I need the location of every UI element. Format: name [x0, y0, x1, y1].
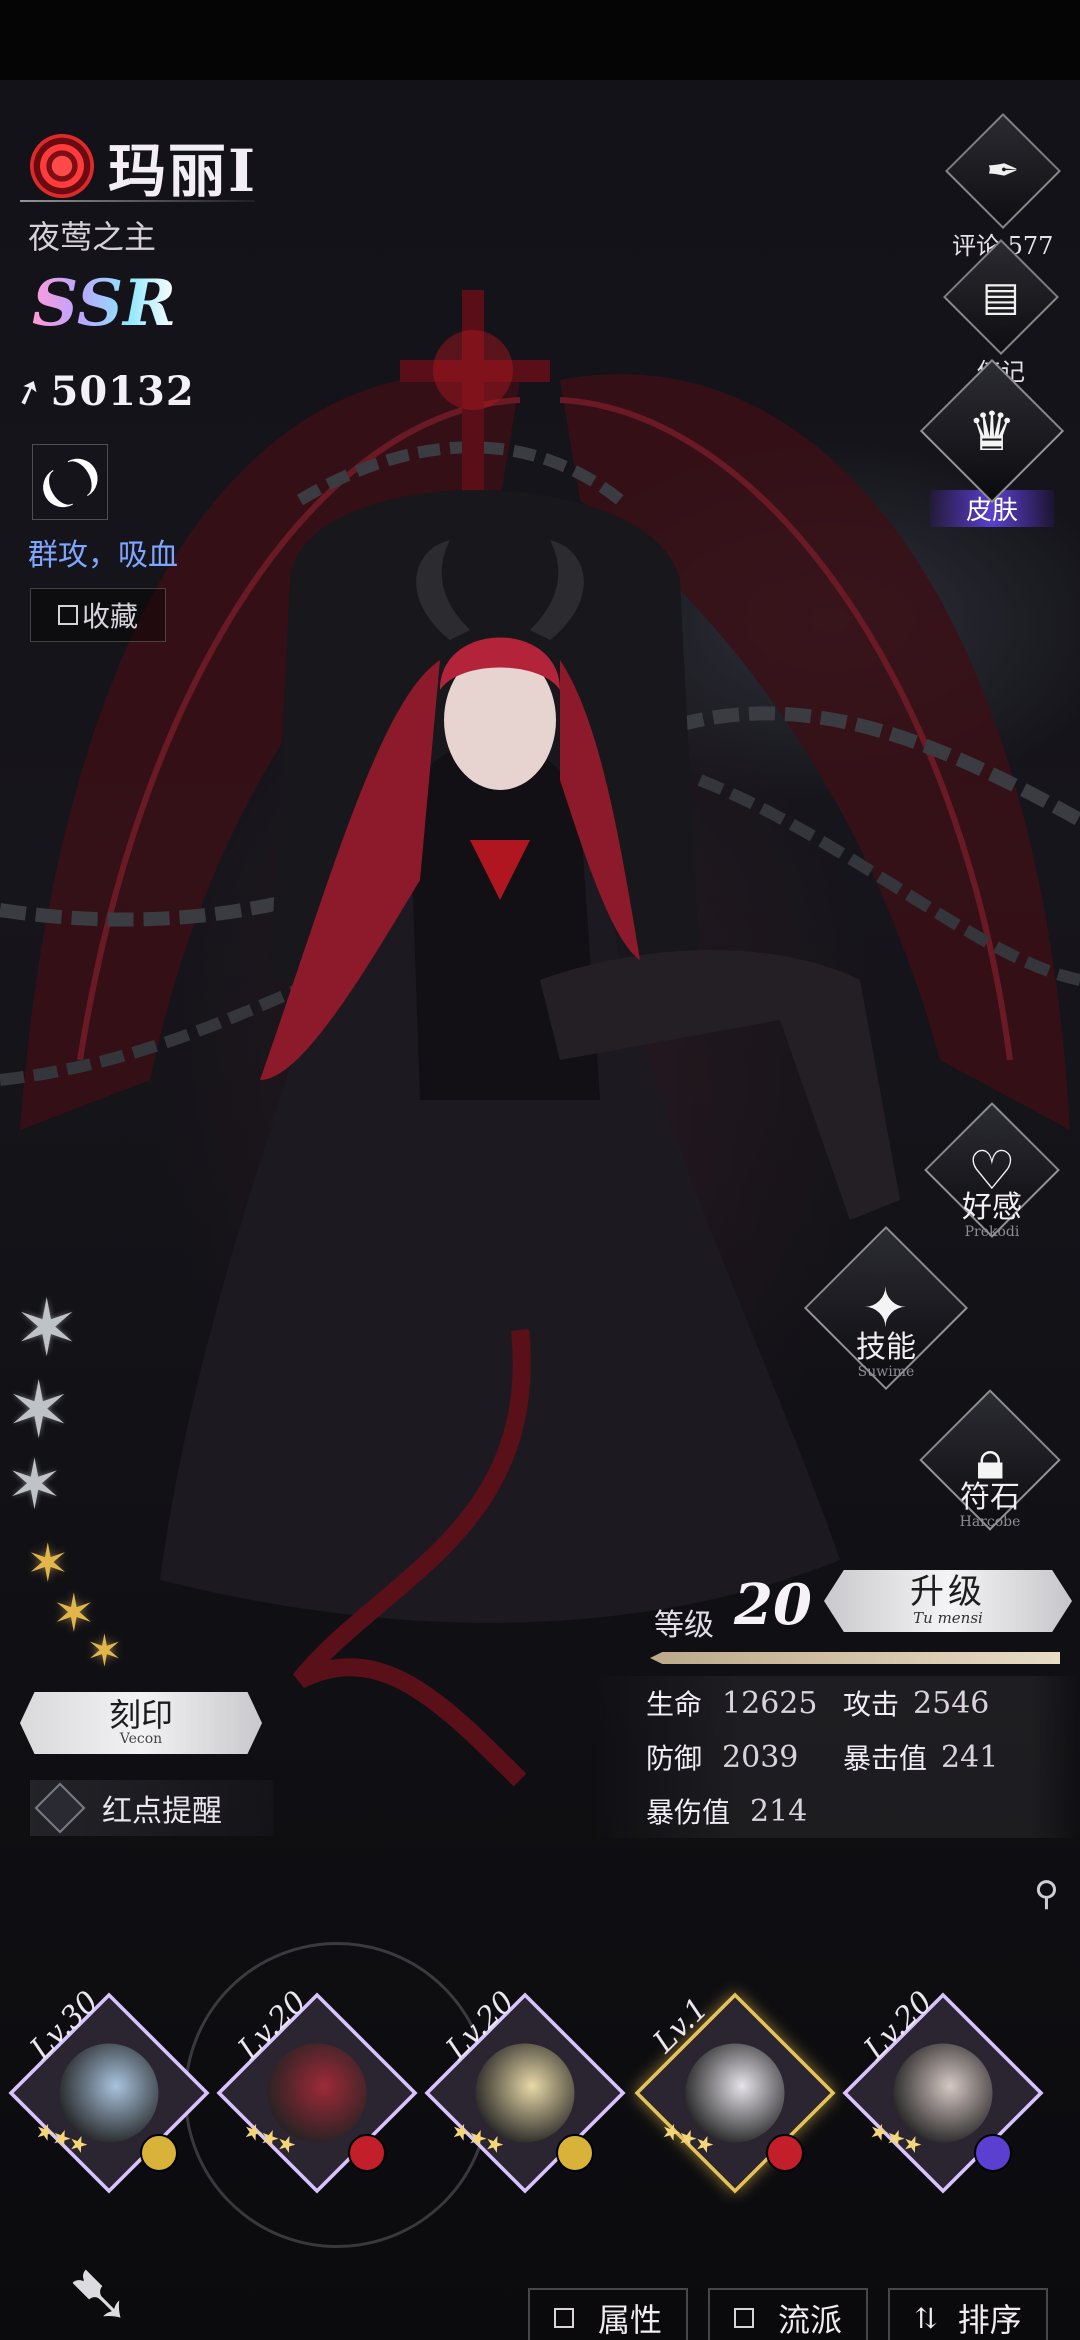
claw-icon: ❨❩: [25, 441, 115, 523]
combat-power: ➚ 50132: [8, 368, 195, 415]
star-icon: ✶: [6, 1366, 72, 1456]
name-divider: [20, 200, 255, 202]
back-button[interactable]: ➷: [66, 2248, 133, 2340]
power-value: 50132: [50, 368, 195, 415]
element-badge-icon: [974, 2134, 1012, 2172]
card-frame: [8, 1992, 210, 2194]
affection-sublabel: Prekodi: [964, 1224, 1020, 1240]
runes-sublabel: Harcobe: [959, 1514, 1021, 1530]
stat-hp: 生命 12625: [646, 1685, 818, 1722]
roster-card[interactable]: Lv.1 ★★★: [634, 1991, 836, 2194]
character-header: 玛丽I: [30, 124, 257, 208]
skills-button[interactable]: ✦ 技能 Suwime: [803, 1225, 969, 1391]
back-arrow-icon: ➷: [66, 2248, 134, 2340]
attribute-label: 属性: [597, 2301, 662, 2339]
red-dot-label: 红点提醒: [102, 1794, 222, 1829]
roster-card[interactable]: Lv.30 ★★★: [8, 1984, 210, 2194]
sort-icon: ⇅: [914, 2301, 938, 2335]
upgrade-label: 升级: [910, 1572, 986, 1612]
character-detail-screen: 玛丽I 夜莺之主 SSR ➚ 50132 ❨❩ 群攻，吸血 收藏 ✒ 评论 57…: [0, 80, 1080, 2340]
affection-button[interactable]: ♡ 好感 Prekodi: [924, 1102, 1060, 1240]
stat-attack: 攻击 2546: [843, 1685, 990, 1722]
quill-icon: ✒: [985, 147, 1020, 194]
element-badge-icon: [140, 2134, 178, 2172]
character-roster[interactable]: Lv.30 ★★★ Lv.20 ★★★ Lv.20 ★★★ Lv.1 ★★★ L…: [0, 1984, 1080, 2204]
star-icon: ✶: [14, 1284, 80, 1374]
engrave-sublabel: Vecon: [119, 1731, 163, 1747]
magnifier-icon[interactable]: ⚲: [1034, 1874, 1059, 1914]
rarity-badge: SSR: [32, 266, 177, 341]
attribute-filter-button[interactable]: 属性: [528, 2288, 688, 2340]
dress-icon: ♛: [967, 399, 1017, 463]
skin-button[interactable]: ♛ 皮肤: [919, 358, 1065, 527]
level-label: 等级: [654, 1608, 714, 1643]
element-badge-icon: [556, 2134, 594, 2172]
card-frame: [842, 1992, 1044, 2194]
stats-row: 生命 12625 攻击 2546: [590, 1676, 1080, 1730]
skill-type-icon-box[interactable]: ❨❩: [25, 441, 114, 522]
favorite-label: 收藏: [81, 600, 138, 633]
roster-card[interactable]: Lv.20 ★★★: [216, 1984, 418, 2194]
element-badge-icon: [766, 2134, 804, 2172]
book-icon: ▤: [982, 273, 1020, 320]
element-badge-icon: [348, 2134, 386, 2172]
runes-label: 符石: [960, 1480, 1020, 1515]
stats-row: 暴伤值 214: [590, 1784, 1080, 1838]
red-dot-toggle[interactable]: 红点提醒: [30, 1780, 274, 1836]
stats-row: 防御 2039 暴击值 241: [590, 1730, 1080, 1784]
stat-crit: 暴击值 241: [843, 1739, 999, 1776]
stat-defense: 防御 2039: [646, 1739, 799, 1776]
checkbox-icon: [733, 2308, 754, 2328]
stats-panel: 生命 12625 攻击 2546 防御 2039 暴击值 241 暴伤值 214: [590, 1676, 1080, 1838]
card-frame: [424, 1992, 626, 2194]
affection-label: 好感: [962, 1190, 1022, 1225]
power-icon: ➚: [8, 367, 49, 416]
fire-element-icon: [30, 134, 94, 198]
sort-button[interactable]: ⇅ 排序: [888, 2288, 1048, 2340]
checkbox-icon: [57, 605, 78, 625]
checkbox-icon: [553, 2308, 574, 2328]
upgrade-button[interactable]: 升级 Tu mensi: [824, 1570, 1072, 1632]
engrave-label: 刻印: [108, 1696, 173, 1734]
character-title: 夜莺之主: [28, 218, 157, 256]
upgrade-sublabel: Tu mensi: [913, 1609, 983, 1627]
star-icon: ✶: [86, 1626, 123, 1677]
sort-label: 排序: [957, 2301, 1022, 2339]
diamond-checkbox-icon: [34, 1782, 86, 1834]
skills-label: 技能: [856, 1330, 916, 1365]
level-value: 20: [734, 1572, 812, 1638]
roster-card[interactable]: Lv.20 ★★★: [424, 1984, 626, 2194]
skills-sublabel: Suwime: [857, 1364, 915, 1380]
runes-button[interactable]: 🔒︎ 符石 Harcobe: [919, 1389, 1061, 1531]
star-icon: ✶: [26, 1534, 70, 1594]
character-tags: 群攻，吸血: [28, 538, 178, 573]
experience-bar: [650, 1652, 1060, 1664]
school-label: 流派: [777, 2301, 842, 2339]
school-filter-button[interactable]: 流派: [708, 2288, 868, 2340]
stat-crit-damage: 暴伤值 214: [646, 1793, 808, 1830]
roster-card[interactable]: Lv.20 ★★★: [842, 1984, 1044, 2194]
star-icon: ✶: [6, 1446, 63, 1525]
favorite-button[interactable]: 收藏: [30, 588, 166, 642]
card-frame: [216, 1992, 418, 2194]
character-name: 玛丽I: [108, 137, 258, 205]
engrave-button[interactable]: 刻印 Vecon: [20, 1692, 262, 1754]
status-bar: [0, 0, 1080, 80]
